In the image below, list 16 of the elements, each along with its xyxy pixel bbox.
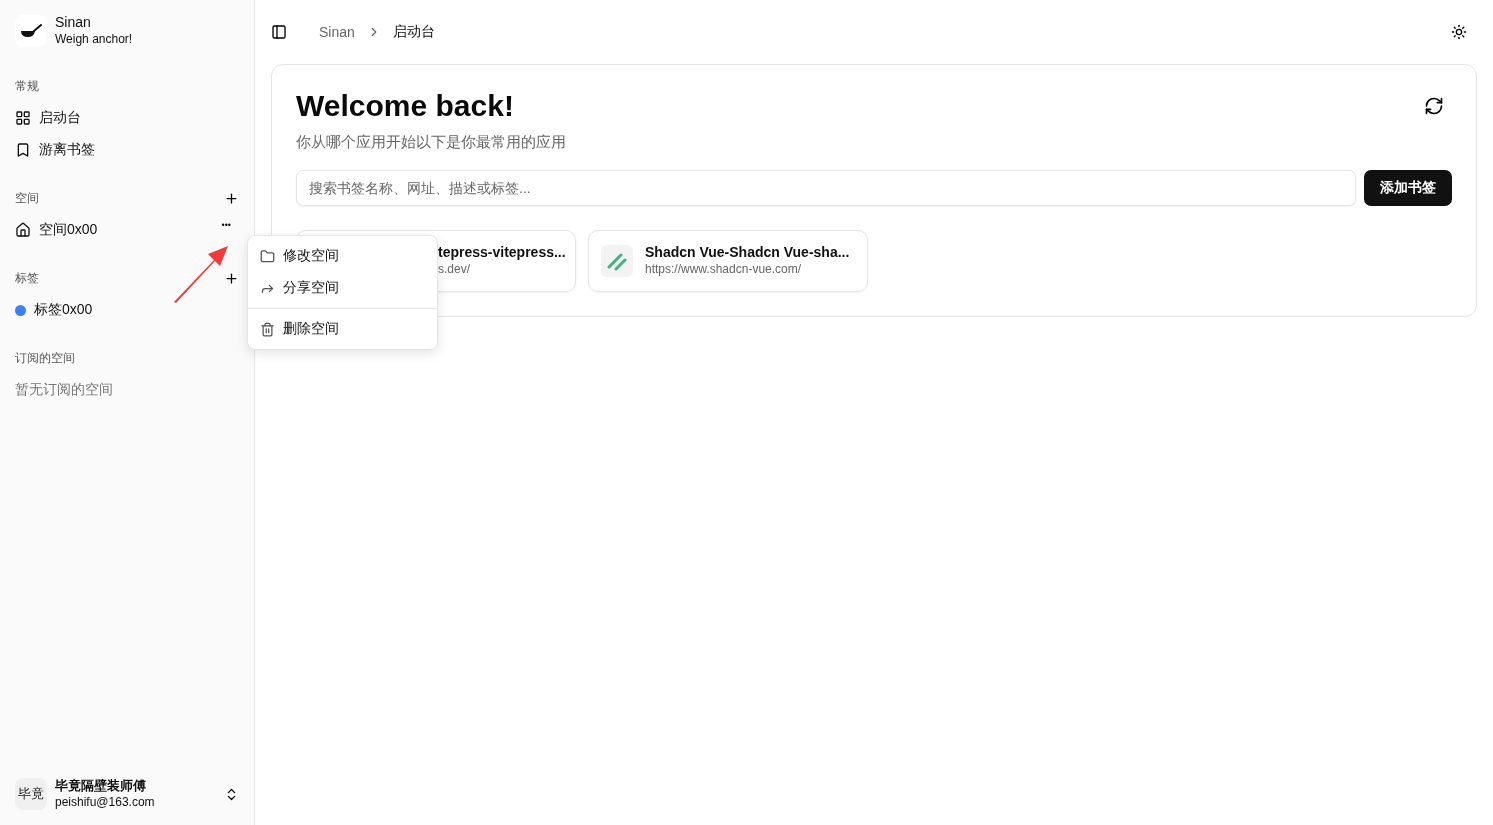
group-title: 常规 [15,77,39,95]
bookmark-title: tepress-vitepress... [438,244,566,261]
bookmark-url: s.dev/ [438,261,471,278]
bookmark-url: https://www.shadcn-vue.com/ [645,261,803,278]
welcome-subtitle: 你从哪个应用开始以下是你最常用的应用 [296,133,567,152]
app-name: Sinan [55,14,92,31]
app-tagline: Weigh anchor! [55,31,133,48]
user-avatar: 毕竟 [15,778,47,810]
group-title: 标签 [15,269,39,287]
user-name: 毕竟隔壁装师傅 [55,777,147,794]
group-title: 空间 [15,189,39,207]
user-email: peishifu@163.com [55,794,156,811]
group-title: 订阅的空间 [15,349,75,367]
empty-text: 暂无订阅的空间 [15,381,113,399]
welcome-title: Welcome back! [296,89,514,123]
bookmark-title: Shadcn Vue-Shadcn Vue-sha... [645,244,850,261]
